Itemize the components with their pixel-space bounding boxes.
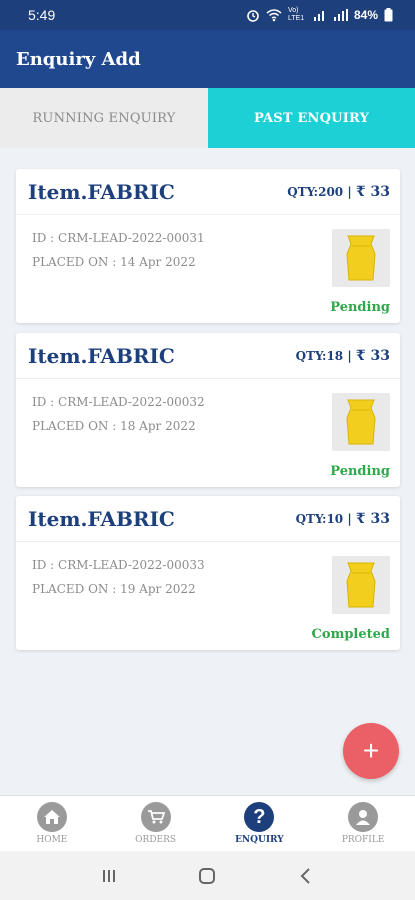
nav-orders[interactable]: ORDERS: [104, 796, 208, 851]
price-label: ₹ 33: [355, 347, 390, 364]
nav-orders-label: ORDERS: [135, 835, 177, 845]
card-body: ID : CRM-LEAD-2022-00033 PLACED ON : 19 …: [16, 542, 400, 650]
recents-icon[interactable]: [100, 867, 118, 885]
signal2-icon: [333, 9, 348, 21]
item-title: Item.FABRIC: [28, 179, 175, 204]
battery-icon: [384, 8, 393, 22]
qty-price: QTY:10 | ₹ 33: [296, 511, 390, 527]
bottom-nav: HOME ORDERS ? ENQUIRY PROFILE: [0, 795, 415, 851]
nav-enquiry-label: ENQUIRY: [235, 835, 284, 845]
back-icon[interactable]: [297, 867, 315, 885]
enquiry-id: ID : CRM-LEAD-2022-00031: [32, 231, 205, 245]
status-badge: Completed: [311, 627, 390, 642]
qty-label: QTY:10 |: [295, 511, 352, 526]
fabric-bag-image: [332, 393, 390, 451]
wifi-icon: [266, 9, 282, 22]
fabric-bag-image: [332, 229, 390, 287]
card-header: Item.FABRIC QTY:200 | ₹ 33: [16, 169, 400, 215]
tab-bar: RUNNING ENQUIRY PAST ENQUIRY: [0, 88, 415, 148]
page-title: Enquiry Add: [16, 48, 141, 70]
fabric-bag-icon: [346, 399, 376, 445]
signal-icon: [313, 11, 324, 21]
home-icon: [36, 802, 67, 832]
status-bar: 5:49 Vo) LTE1 84%: [0, 0, 415, 30]
nav-profile-label: PROFILE: [341, 835, 385, 845]
nav-enquiry[interactable]: ? ENQUIRY: [208, 796, 312, 851]
status-badge: Pending: [330, 300, 390, 315]
card-header: Item.FABRIC QTY:10 | ₹ 33: [16, 496, 400, 542]
price-label: ₹ 33: [355, 510, 390, 527]
nav-profile[interactable]: PROFILE: [311, 796, 415, 851]
enquiry-id: ID : CRM-LEAD-2022-00032: [32, 395, 205, 409]
network-label: Vo) LTE1: [287, 7, 305, 22]
qty-label: QTY:18 |: [295, 348, 352, 363]
placed-date: PLACED ON : 19 Apr 2022: [32, 582, 196, 596]
plus-icon: +: [362, 735, 380, 766]
fabric-bag-icon: [346, 235, 376, 281]
person-icon: [348, 802, 379, 832]
question-icon: ?: [244, 802, 275, 832]
tab-running-enquiry[interactable]: RUNNING ENQUIRY: [0, 88, 208, 148]
qty-price: QTY:200 | ₹ 33: [287, 184, 390, 200]
system-nav-bar: [0, 851, 415, 900]
status-badge: Pending: [330, 464, 390, 479]
enquiry-card[interactable]: Item.FABRIC QTY:18 | ₹ 33 ID : CRM-LEAD-…: [16, 333, 400, 487]
status-time: 5:49: [28, 7, 56, 23]
fabric-bag-icon: [346, 562, 376, 608]
cart-icon: [140, 802, 171, 832]
item-title: Item.FABRIC: [28, 506, 175, 531]
app-bar: Enquiry Add: [0, 30, 415, 88]
fabric-bag-image: [332, 556, 390, 614]
nav-home[interactable]: HOME: [0, 796, 104, 851]
enquiry-id: ID : CRM-LEAD-2022-00033: [32, 558, 205, 572]
price-label: ₹ 33: [355, 183, 390, 200]
qty-label: QTY:200 |: [287, 184, 352, 199]
nav-home-label: HOME: [36, 835, 68, 845]
placed-date: PLACED ON : 14 Apr 2022: [32, 255, 196, 269]
status-icons: Vo) LTE1 84%: [246, 7, 393, 23]
add-enquiry-button[interactable]: +: [343, 723, 399, 779]
card-body: ID : CRM-LEAD-2022-00031 PLACED ON : 14 …: [16, 215, 400, 323]
qty-price: QTY:18 | ₹ 33: [296, 348, 390, 364]
enquiry-card[interactable]: Item.FABRIC QTY:200 | ₹ 33 ID : CRM-LEAD…: [16, 169, 400, 323]
placed-date: PLACED ON : 18 Apr 2022: [32, 419, 196, 433]
item-title: Item.FABRIC: [28, 343, 175, 368]
enquiry-card[interactable]: Item.FABRIC QTY:10 | ₹ 33 ID : CRM-LEAD-…: [16, 496, 400, 650]
tab-past-enquiry[interactable]: PAST ENQUIRY: [208, 88, 415, 148]
home-button-icon[interactable]: [198, 867, 216, 885]
card-header: Item.FABRIC QTY:18 | ₹ 33: [16, 333, 400, 379]
battery-percent: 84%: [353, 8, 378, 22]
card-body: ID : CRM-LEAD-2022-00032 PLACED ON : 18 …: [16, 379, 400, 487]
alarm-icon: [247, 10, 259, 22]
